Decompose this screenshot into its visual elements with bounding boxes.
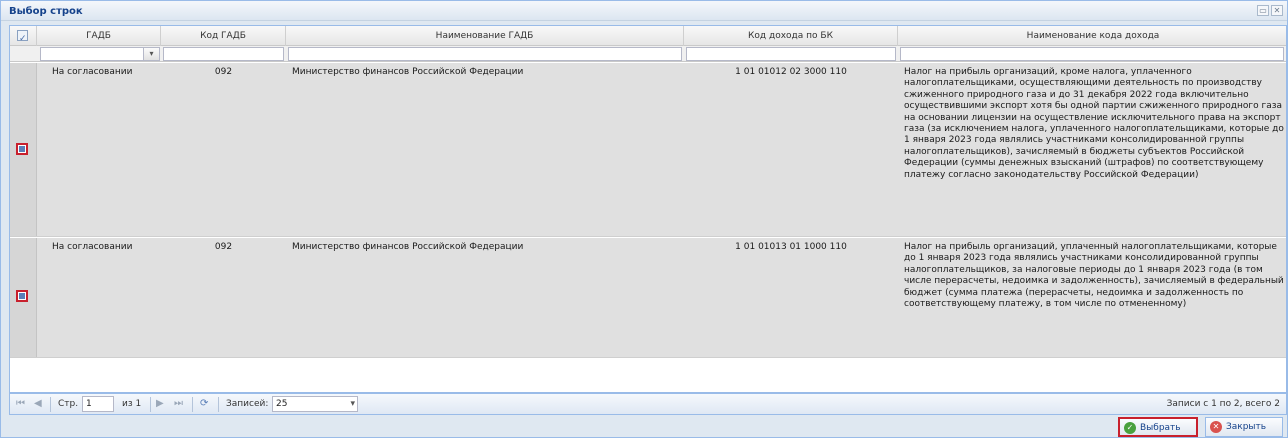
- select-all-cell: [10, 26, 37, 46]
- pager-separator: [50, 397, 51, 412]
- window-title: Выбор строк: [9, 6, 83, 17]
- first-page-icon[interactable]: ⏮: [16, 398, 25, 409]
- name-kod-filter-input[interactable]: [900, 47, 1284, 61]
- grid-header: ГАДБ Код ГАДБ Наименование ГАДБ Код дохо…: [10, 26, 1286, 46]
- select-button-label: Выбрать: [1140, 423, 1181, 433]
- cell-kod-gadb: 092: [214, 242, 233, 252]
- row-selector[interactable]: [10, 63, 37, 236]
- cell-name-kod: Налог на прибыль организаций, кроме нало…: [904, 67, 1284, 180]
- cell-name-gadb: Министерство финансов Российской Федерац…: [292, 67, 524, 77]
- page-of-label: из 1: [122, 399, 142, 409]
- select-all-checkbox[interactable]: [17, 29, 28, 46]
- close-window-icon[interactable]: ✕: [1271, 5, 1283, 16]
- cell-name-gadb: Министерство финансов Российской Федерац…: [292, 242, 524, 252]
- row-checkbox[interactable]: [16, 143, 28, 155]
- cell-kod-dohoda: 1 01 01012 02 3000 110: [735, 67, 847, 77]
- chevron-down-icon[interactable]: ▾: [143, 48, 159, 60]
- row-selection-window: Выбор строк ▭ ✕ ГАДБ Код ГАДБ Наименован…: [0, 0, 1288, 438]
- gadb-filter-combo[interactable]: ▾: [40, 47, 160, 61]
- pager-separator: [150, 397, 151, 412]
- records-summary: Записи с 1 по 2, всего 2: [1166, 399, 1280, 409]
- row-checkbox[interactable]: [16, 290, 28, 302]
- cell-gadb: На согласовании: [52, 67, 133, 77]
- rows-grid: ГАДБ Код ГАДБ Наименование ГАДБ Код дохо…: [9, 25, 1287, 393]
- next-page-icon[interactable]: ▶: [156, 398, 164, 409]
- kod-dohoda-filter-input[interactable]: [686, 47, 896, 61]
- cell-name-kod: Налог на прибыль организаций, уплаченный…: [904, 242, 1284, 310]
- paging-toolbar: ⏮ ◀ Стр. 1 из 1 ▶ ⏭ ⟳ Записей: 25 ▾ Запи…: [9, 393, 1287, 415]
- window-controls: ▭ ✕: [1257, 5, 1283, 16]
- table-row[interactable]: На согласовании 092 Министерство финансо…: [10, 63, 1286, 237]
- row-selector[interactable]: [10, 238, 37, 357]
- close-button[interactable]: ✕ Закрыть: [1205, 417, 1283, 437]
- pager-separator: [218, 397, 219, 412]
- cell-gadb: На согласовании: [52, 242, 133, 252]
- refresh-icon[interactable]: ⟳: [200, 398, 208, 409]
- column-header-name-kod[interactable]: Наименование кода дохода: [898, 26, 1286, 46]
- prev-page-icon[interactable]: ◀: [34, 398, 42, 409]
- cell-kod-dohoda: 1 01 01013 01 1000 110: [735, 242, 847, 252]
- records-per-page-combo[interactable]: 25 ▾: [272, 396, 358, 412]
- page-number-input[interactable]: 1: [82, 396, 114, 412]
- check-icon: ✓: [1124, 422, 1136, 434]
- window-titlebar: Выбор строк ▭ ✕: [1, 1, 1287, 21]
- page-label: Стр.: [58, 399, 79, 409]
- close-icon: ✕: [1210, 421, 1222, 433]
- last-page-icon[interactable]: ⏭: [174, 398, 183, 409]
- chevron-down-icon[interactable]: ▾: [350, 397, 355, 411]
- table-row[interactable]: На согласовании 092 Министерство финансо…: [10, 238, 1286, 358]
- records-label: Записей:: [226, 399, 269, 409]
- pager-separator: [192, 397, 193, 412]
- records-per-page-value: 25: [276, 399, 288, 409]
- column-header-kod-gadb[interactable]: Код ГАДБ: [161, 26, 286, 46]
- kod-gadb-filter-input[interactable]: [163, 47, 284, 61]
- close-button-label: Закрыть: [1226, 422, 1267, 432]
- column-header-kod-dohoda[interactable]: Код дохода по БК: [684, 26, 898, 46]
- filter-row: ▾: [10, 46, 1286, 62]
- column-header-gadb[interactable]: ГАДБ: [37, 26, 161, 46]
- select-button[interactable]: ✓ Выбрать: [1118, 417, 1198, 437]
- cell-kod-gadb: 092: [214, 67, 233, 77]
- name-gadb-filter-input[interactable]: [288, 47, 682, 61]
- minimize-icon[interactable]: ▭: [1257, 5, 1269, 16]
- column-header-name-gadb[interactable]: Наименование ГАДБ: [286, 26, 684, 46]
